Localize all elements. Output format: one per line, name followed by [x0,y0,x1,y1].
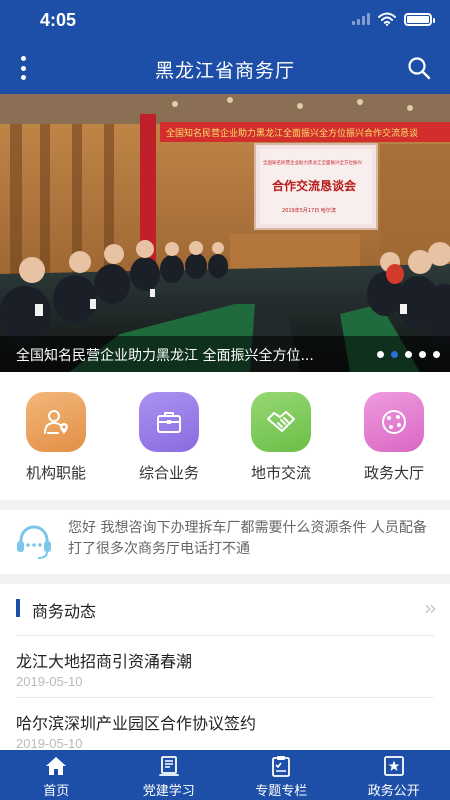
tab-bar: 首页 党建学习 专题专栏 政务公开 [0,750,450,800]
news-item-title: 哈尔滨深圳产业园区合作协议签约 [16,714,257,733]
carousel-dots [377,351,440,358]
message-text: 您好 我想咨询下办理拆车厂都需要什么资源条件 人员配备 打了很多次商务厅电话打不… [68,520,427,557]
search-icon[interactable] [406,55,432,81]
status-bar: 4:05 [0,0,450,42]
status-time: 4:05 [40,10,77,30]
tab-label: 政务公开 [367,784,420,799]
banner-caption[interactable]: 全国知名民营企业助力黑龙江 全面振兴全方位... [16,345,356,365]
wifi-icon [378,12,396,26]
carousel-dot-active[interactable] [391,351,398,358]
quick-item-city-exchange[interactable]: 地市交流 [231,392,331,483]
tab-party-study[interactable]: 党建学习 [113,750,226,800]
person-pin-icon [26,392,86,452]
page-title: 黑龙江省商务厅 [154,60,295,82]
quick-item-business[interactable]: 综合业务 [119,392,219,483]
carousel-dot[interactable] [433,351,440,358]
news-item[interactable]: 哈尔滨深圳产业园区合作协议签约 2019-05-10 [16,698,434,750]
news-section: 商务动态 ›› 龙江大地招商引资涌春潮 2019-05-10 哈尔滨深圳产业园区… [0,584,450,750]
photo-screen-line-text: 全国知名民营企业助力黑龙江全面振兴全方位振兴 [263,159,362,166]
battery-icon [404,12,435,26]
consultation-message[interactable]: 您好 我想咨询下办理拆车厂都需要什么资源条件 人员配备 打了很多次商务厅电话打不… [0,510,450,574]
book-icon [158,756,179,776]
quick-item-label: 地市交流 [250,464,311,482]
star-icon [383,756,404,776]
handshake-icon [251,392,311,452]
status-icons [352,12,435,26]
customer-service-icon [17,525,51,559]
quick-item-institution[interactable]: 机构职能 [6,392,106,483]
news-item[interactable]: 龙江大地招商引资涌春潮 2019-05-10 [16,636,434,698]
cellular-signal-icon [352,13,370,25]
tab-special-topics[interactable]: 专题专栏 [225,750,338,800]
banner-photo: 全国知名民营企业助力黑龙江全面振兴全方位振兴合作交流恳谈 全国知名民营企业助力黑… [0,94,450,372]
quick-menu: 机构职能 综合业务 地市交流 政务大厅 [0,372,450,500]
quick-item-label: 政务大厅 [363,464,424,482]
news-item-date: 2019-05-10 [16,674,83,689]
tab-label: 党建学习 [142,784,195,799]
quick-item-service-hall[interactable]: 政务大厅 [344,392,444,483]
tab-label: 首页 [43,784,70,799]
nav-bar: 黑龙江省商务厅 [0,42,450,94]
section-marker [16,599,20,617]
briefcase-icon [139,392,199,452]
hall-icon [364,392,424,452]
carousel-dot[interactable] [419,351,426,358]
banner-caption-bar: 全国知名民营企业助力黑龙江 全面振兴全方位... [0,336,450,372]
photo-wall-banner-text: 全国知名民营企业助力黑龙江全面振兴全方位振兴合作交流恳谈 [166,127,418,139]
tab-government-affairs[interactable]: 政务公开 [338,750,450,800]
banner-carousel[interactable]: 全国知名民营企业助力黑龙江全面振兴全方位振兴合作交流恳谈 全国知名民营企业助力黑… [0,94,450,372]
tab-home[interactable]: 首页 [0,750,113,800]
news-header: 商务动态 ›› [16,584,437,636]
clipboard-icon [272,756,291,777]
carousel-dot[interactable] [405,351,412,358]
tab-label: 专题专栏 [255,784,308,799]
carousel-dot[interactable] [377,351,384,358]
photo-screen-date-text: 2019年5月17日 哈尔滨 [282,207,336,214]
photo-screen-title-text: 合作交流恳谈会 [272,178,357,193]
quick-item-label: 综合业务 [138,464,199,482]
news-item-date: 2019-05-10 [16,736,83,750]
double-chevron-right-icon[interactable]: ›› [424,596,437,620]
section-title: 商务动态 [32,602,97,621]
home-icon [46,757,67,775]
quick-item-label: 机构职能 [25,464,86,482]
news-item-title: 龙江大地招商引资涌春潮 [16,652,193,671]
